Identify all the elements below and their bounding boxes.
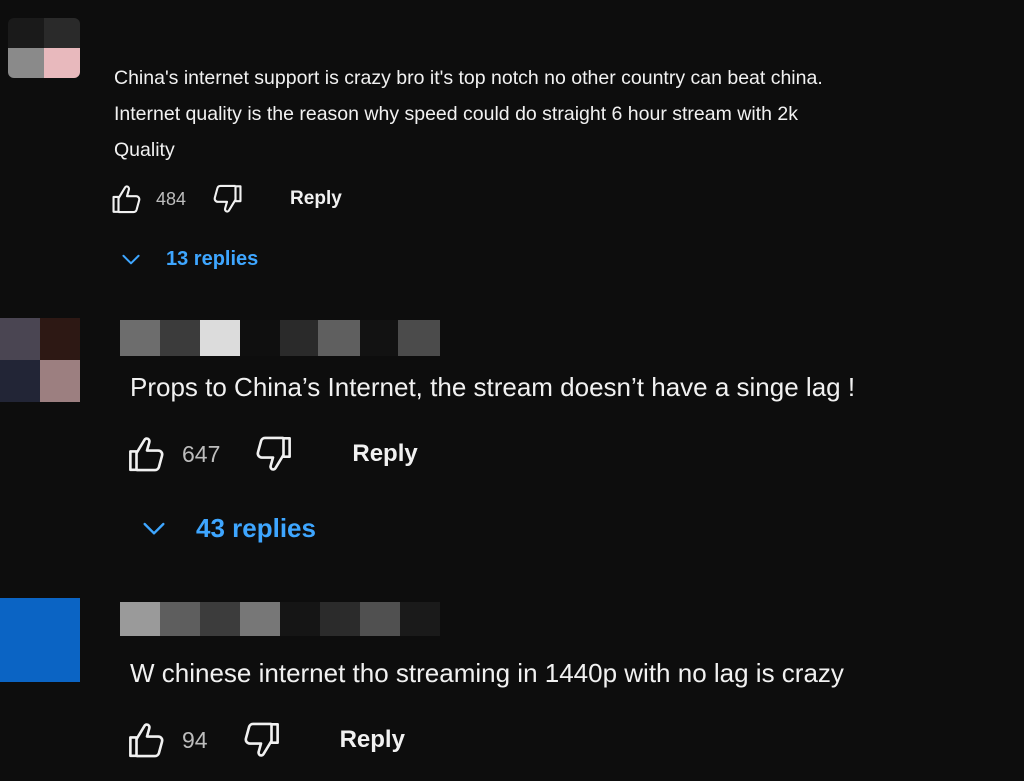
thumbs-down-icon[interactable] bbox=[240, 719, 282, 761]
chevron-down-icon bbox=[138, 512, 170, 544]
reply-button[interactable]: Reply bbox=[340, 726, 405, 754]
view-replies-button[interactable]: 43 replies bbox=[138, 508, 316, 548]
avatar[interactable] bbox=[0, 318, 80, 402]
avatar[interactable] bbox=[0, 598, 80, 682]
reply-button[interactable]: Reply bbox=[290, 188, 342, 210]
comment-text: W chinese internet tho streaming in 1440… bbox=[130, 658, 844, 688]
thumbs-up-icon[interactable] bbox=[126, 719, 168, 761]
thumbs-up-icon[interactable] bbox=[110, 182, 144, 216]
comment-actions: 94 Reply bbox=[126, 718, 405, 762]
comment-3: W chinese internet tho streaming in 1440… bbox=[0, 580, 1024, 781]
like-count: 484 bbox=[156, 188, 187, 209]
like-count: 647 bbox=[182, 440, 221, 467]
thumbs-down-icon[interactable] bbox=[252, 433, 294, 475]
thumbs-up-icon[interactable] bbox=[126, 433, 168, 475]
comment-text: China's internet support is crazy bro it… bbox=[114, 67, 823, 161]
view-replies-button[interactable]: 13 replies bbox=[118, 244, 258, 274]
username-blurred[interactable] bbox=[120, 602, 440, 636]
comment-1: China's internet support is crazy bro it… bbox=[0, 0, 1024, 290]
comment-actions: 484 Reply bbox=[110, 182, 342, 216]
comment-text: Props to China’s Internet, the stream do… bbox=[130, 372, 856, 402]
avatar[interactable] bbox=[8, 18, 80, 78]
replies-count-label: 43 replies bbox=[196, 512, 316, 543]
reply-button[interactable]: Reply bbox=[352, 440, 417, 468]
comment-2: Props to China’s Internet, the stream do… bbox=[0, 300, 1024, 570]
replies-count-label: 13 replies bbox=[166, 247, 259, 270]
thumbs-down-icon[interactable] bbox=[210, 182, 244, 216]
comment-actions: 647 Reply bbox=[126, 432, 418, 476]
chevron-down-icon bbox=[118, 246, 144, 272]
like-count: 94 bbox=[182, 726, 208, 753]
username-blurred[interactable] bbox=[120, 320, 440, 356]
